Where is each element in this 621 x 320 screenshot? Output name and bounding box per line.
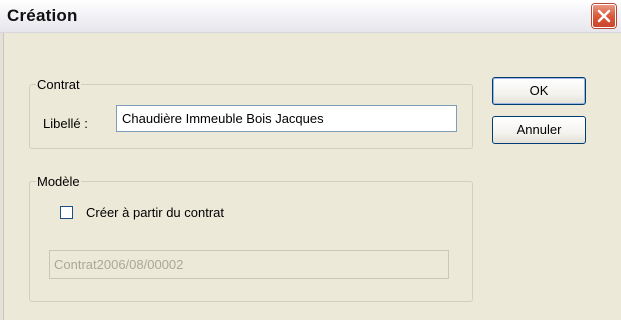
- create-from-contract-label[interactable]: Créer à partir du contrat: [86, 205, 224, 220]
- contrat-legend: Contrat: [37, 77, 80, 92]
- modele-group: Modèle: [29, 174, 473, 302]
- dialog-title: Création: [7, 6, 78, 25]
- creation-dialog: Création Contrat Libellé : Modèle Créer …: [0, 0, 621, 320]
- libelle-input[interactable]: [116, 105, 457, 132]
- create-from-contract-checkbox[interactable]: [60, 206, 73, 219]
- ok-button[interactable]: OK: [492, 77, 586, 105]
- libelle-label: Libellé :: [43, 116, 88, 131]
- close-button[interactable]: [592, 4, 616, 28]
- title-bar[interactable]: Création: [0, 0, 621, 33]
- window-frame-edge: [0, 33, 4, 320]
- close-icon: [597, 9, 611, 23]
- modele-legend: Modèle: [37, 174, 80, 189]
- cancel-button[interactable]: Annuler: [492, 116, 586, 144]
- contract-model-field: [49, 250, 449, 279]
